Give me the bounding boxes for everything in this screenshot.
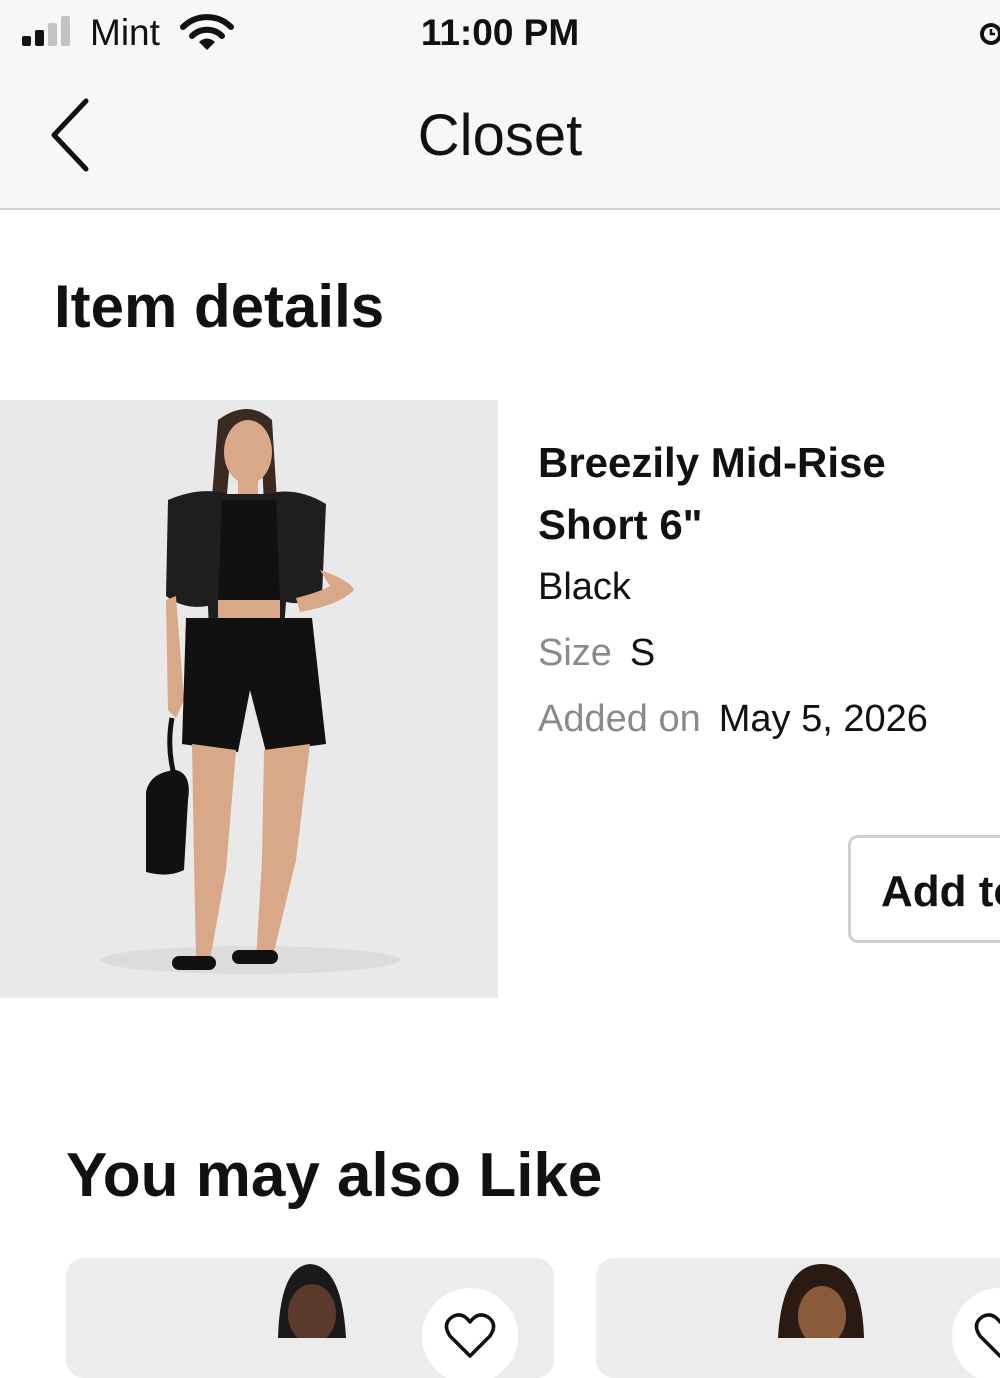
recommendation-card[interactable] bbox=[66, 1258, 554, 1378]
size-label: Size bbox=[538, 632, 612, 674]
product-image bbox=[0, 400, 498, 998]
size-row: Size S bbox=[538, 632, 655, 675]
status-bar: Mint 11:00 PM bbox=[0, 0, 1000, 70]
recommendation-card[interactable] bbox=[596, 1258, 1000, 1378]
size-value: S bbox=[629, 632, 656, 674]
page-title: Closet bbox=[417, 103, 583, 168]
added-on-row: Added on May 5, 2026 bbox=[538, 698, 928, 741]
recommendations-heading: You may also Like bbox=[66, 1141, 603, 1210]
model-figure bbox=[100, 409, 400, 974]
favorite-button[interactable] bbox=[422, 1288, 518, 1378]
alarm-icon bbox=[980, 23, 1000, 45]
added-on-label: Added on bbox=[538, 698, 701, 740]
heart-icon bbox=[444, 1313, 496, 1358]
added-on-value: May 5, 2026 bbox=[718, 698, 928, 740]
item-details-heading: Item details bbox=[54, 273, 385, 340]
add-to-button[interactable]: Add to bbox=[848, 835, 1000, 943]
product-thumbnail bbox=[778, 1264, 864, 1346]
heart-icon bbox=[974, 1313, 1000, 1358]
navigation-bar: Closet bbox=[0, 70, 1000, 210]
product-name: Breezily Mid-Rise Short 6" bbox=[538, 439, 886, 548]
product-color: Black bbox=[538, 566, 631, 608]
clock-time: 11:00 PM bbox=[420, 12, 580, 53]
